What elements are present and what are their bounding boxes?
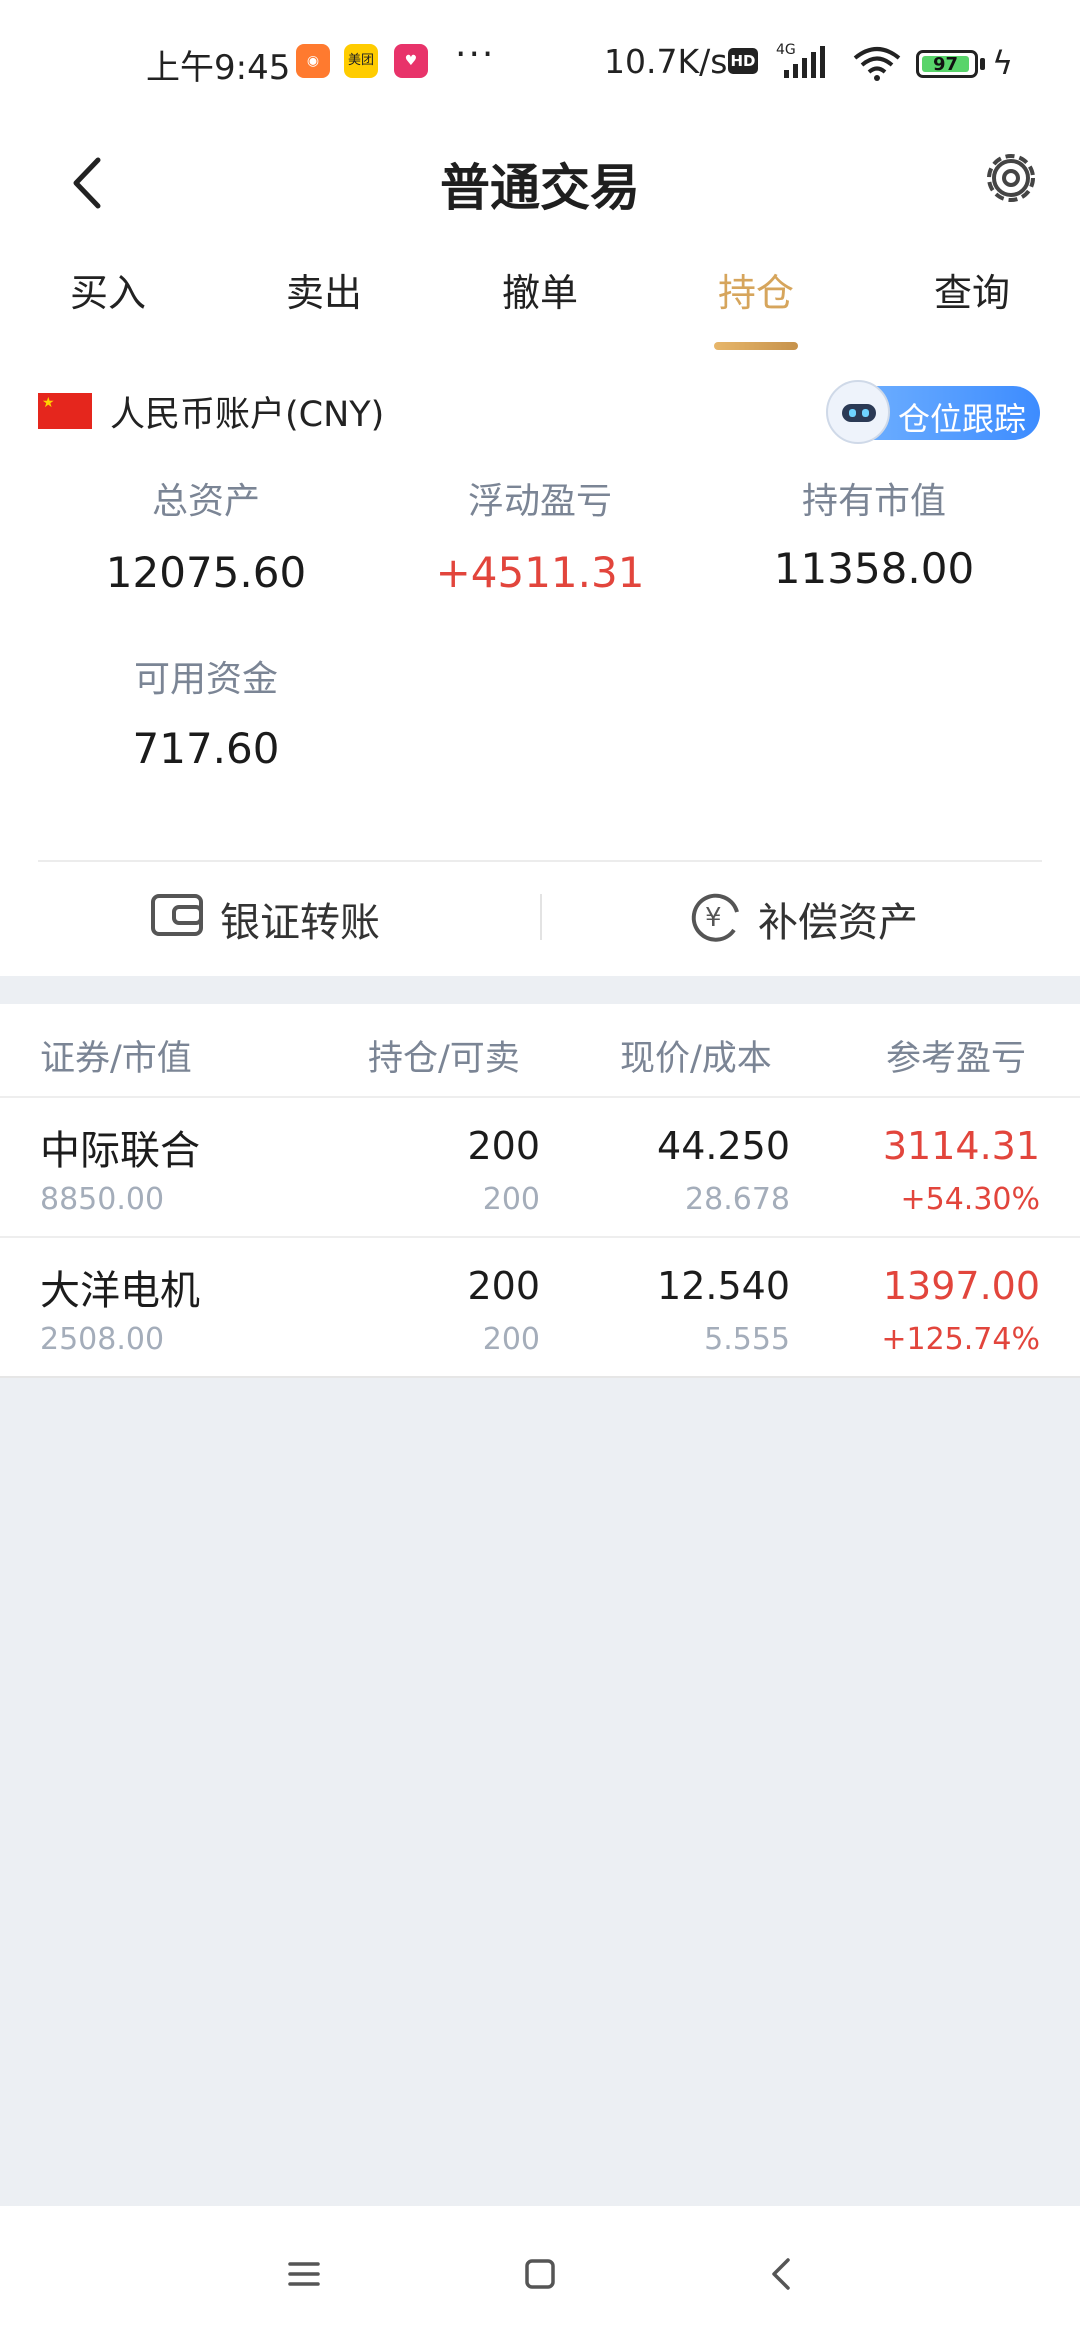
system-nav-bar <box>0 2206 1080 2340</box>
security-name: 大洋电机 <box>40 1268 200 1314</box>
security-market-value: 2508.00 <box>40 1322 165 1357</box>
cellular-signal-icon: 4G <box>776 42 825 78</box>
holdings-table: 证券/市值 持仓/可卖 现价/成本 参考盈亏 中际联合 8850.00 200 … <box>0 1004 1080 1378</box>
column-header-position: 持仓/可卖 <box>368 1039 520 1079</box>
wallet-icon <box>151 894 203 936</box>
meituan-icon: 美团 <box>344 44 378 78</box>
profit-loss: 1397.00 <box>882 1264 1040 1308</box>
yuan-coin-icon: ¥ <box>691 893 739 942</box>
compensation-assets-button[interactable]: ¥ 补偿资产 <box>690 880 950 960</box>
total-assets-value: 12075.60 <box>105 548 307 597</box>
taobao-icon: ◉ <box>296 44 330 78</box>
china-flag-icon: ★ <box>38 393 92 429</box>
table-row[interactable]: 中际联合 8850.00 200 200 44.250 28.678 3114.… <box>0 1096 1080 1236</box>
security-name: 中际联合 <box>40 1128 200 1174</box>
status-bar: 上午9:45 ◉ 美团 ♥ ··· 10.7K/s HD 4G 97 ϟ <box>0 0 1080 120</box>
profit-loss-percent: +54.30% <box>900 1182 1040 1217</box>
charging-icon: ϟ <box>992 44 1014 82</box>
more-notifications-icon: ··· <box>455 34 496 75</box>
account-name: 人民币账户(CNY) <box>110 395 385 435</box>
home-icon[interactable] <box>510 2244 570 2304</box>
cost-price: 5.555 <box>704 1322 790 1357</box>
bank-transfer-button[interactable]: 银证转账 <box>150 880 410 960</box>
sellable-qty: 200 <box>482 1322 540 1357</box>
tab-positions[interactable]: 持仓 <box>686 262 826 317</box>
profit-loss-percent: +125.74% <box>881 1322 1040 1357</box>
current-price: 44.250 <box>657 1124 790 1168</box>
trade-tabs: 买入 卖出 撤单 持仓 查询 <box>0 250 1080 350</box>
current-price: 12.540 <box>657 1264 790 1308</box>
network-speed: 10.7K/s <box>604 42 728 81</box>
profit-loss: 3114.31 <box>882 1124 1040 1168</box>
network-type: 4G <box>776 42 796 58</box>
position-qty: 200 <box>467 1124 540 1168</box>
total-assets-label: 总资产 <box>151 481 260 522</box>
tab-sell[interactable]: 卖出 <box>254 262 394 317</box>
action-separator <box>540 894 542 940</box>
battery-tip <box>980 58 985 70</box>
floating-pl-value: +4511.31 <box>435 548 645 597</box>
stat-market-value: 持有市值 11358.00 <box>724 472 1024 593</box>
nav-back-icon[interactable] <box>752 2244 812 2304</box>
tab-buy[interactable]: 买入 <box>38 262 178 317</box>
sellable-qty: 200 <box>482 1182 540 1217</box>
market-value-label: 持有市值 <box>801 481 946 522</box>
tab-cancel-order[interactable]: 撤单 <box>470 262 610 317</box>
stat-total-assets: 总资产 12075.60 <box>56 472 356 597</box>
position-tracking-label: 仓位跟踪 <box>898 400 1027 438</box>
compensation-assets-label: 补偿资产 <box>758 900 918 946</box>
available-funds-value: 717.60 <box>132 724 280 773</box>
table-row[interactable]: 大洋电机 2508.00 200 200 12.540 5.555 1397.0… <box>0 1236 1080 1378</box>
security-market-value: 8850.00 <box>40 1182 165 1217</box>
column-header-pl: 参考盈亏 <box>886 1039 1027 1079</box>
settings-gear-icon[interactable] <box>976 136 1046 228</box>
pinduoduo-icon: ♥ <box>394 44 428 78</box>
active-tab-indicator <box>714 342 798 350</box>
cost-price: 28.678 <box>685 1182 790 1217</box>
stat-floating-pl: 浮动盈亏 +4511.31 <box>390 472 690 597</box>
tab-query[interactable]: 查询 <box>902 262 1042 317</box>
battery-icon: 97 <box>916 50 978 78</box>
market-value-value: 11358.00 <box>773 544 975 593</box>
position-qty: 200 <box>467 1264 540 1308</box>
column-header-price-cost: 现价/成本 <box>620 1039 772 1079</box>
battery-level: 97 <box>922 56 969 74</box>
column-header-security: 证券/市值 <box>40 1039 192 1079</box>
position-tracking-button[interactable]: 仓位跟踪 <box>826 380 1040 444</box>
status-time: 上午9:45 <box>146 48 291 88</box>
floating-pl-label: 浮动盈亏 <box>467 481 612 522</box>
bank-transfer-label: 银证转账 <box>220 900 380 946</box>
svg-text:¥: ¥ <box>705 903 722 933</box>
divider <box>38 860 1042 862</box>
wifi-icon <box>853 47 901 81</box>
menu-icon[interactable] <box>274 2244 334 2304</box>
available-funds-label: 可用资金 <box>133 659 278 700</box>
page-title: 普通交易 <box>440 159 640 217</box>
header: 普通交易 <box>0 120 1080 250</box>
stat-available-funds: 可用资金 717.60 <box>56 650 356 773</box>
hd-icon: HD <box>728 48 758 74</box>
robot-icon <box>826 380 890 444</box>
